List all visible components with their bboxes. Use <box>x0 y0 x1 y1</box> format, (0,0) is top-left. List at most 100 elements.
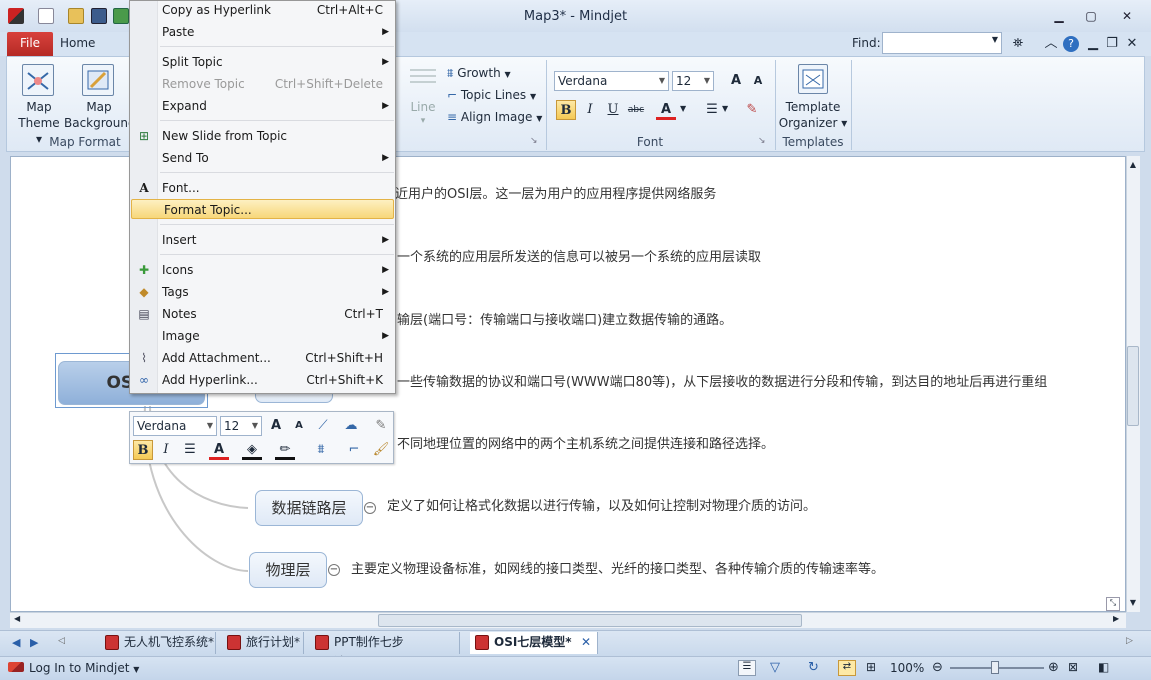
align-image-button[interactable]: ≡ Align Image ▼ <box>447 108 557 126</box>
mini-bold-button[interactable]: B <box>133 440 153 460</box>
dialog-launcher-icon[interactable]: ↘ <box>530 136 538 146</box>
scroll-up-icon[interactable]: ▲ <box>1126 160 1140 169</box>
zoom-slider-thumb[interactable] <box>991 661 999 674</box>
font-size-combo[interactable]: 12 ▼ <box>672 71 714 91</box>
line-dropdown-icon[interactable]: ▾ <box>417 113 429 129</box>
tab-scroll-left-icon[interactable]: ◁ <box>58 636 65 646</box>
menu-item-split-topic[interactable]: Split Topic ▶ <box>130 52 395 72</box>
overview-icon[interactable]: ⤡ <box>1106 597 1120 611</box>
close-tab-icon[interactable]: ✕ <box>581 632 591 652</box>
doc-tab[interactable]: 旅行计划* <box>222 632 304 654</box>
menu-item-remove-topic[interactable]: Remove Topic Ctrl+Shift+Delete <box>130 74 395 94</box>
menu-item-add-hyperlink[interactable]: ∞ Add Hyperlink... Ctrl+Shift+K <box>130 370 395 390</box>
menu-item-format-topic[interactable]: Format Topic... <box>131 199 394 219</box>
menu-item-insert[interactable]: Insert ▶ <box>130 230 395 250</box>
mini-font-size-combo[interactable]: 12 ▼ <box>220 416 262 436</box>
collapse-icon[interactable]: − <box>328 564 340 576</box>
doc-tab-active[interactable]: OSI七层模型* ✕ <box>470 632 598 654</box>
template-organizer-button[interactable]: Template Organizer ▾ <box>778 99 848 131</box>
focus-icon[interactable]: ↻ <box>808 660 819 675</box>
menu-item-paste[interactable]: Paste ▶ <box>130 22 395 42</box>
login-button[interactable]: Log In to Mindjet ▼ <box>29 661 139 675</box>
map-background-icon[interactable] <box>82 64 114 96</box>
fit-window-icon[interactable]: ⊠ <box>1068 660 1078 674</box>
scroll-left-icon[interactable]: ◀ <box>14 614 20 623</box>
menu-item-image[interactable]: Image ▶ <box>130 326 395 346</box>
line-color-icon[interactable]: ✏ <box>275 440 295 460</box>
shrink-font-icon[interactable]: A <box>289 416 309 436</box>
menu-item-add-attachment[interactable]: ⌇ Add Attachment... Ctrl+Shift+H <box>130 348 395 368</box>
bold-button[interactable]: B <box>556 100 576 120</box>
underline-button[interactable]: U <box>603 100 623 120</box>
topic-physical[interactable]: 物理层 <box>249 552 327 588</box>
fit-map-icon[interactable]: ⊞ <box>862 660 880 676</box>
menu-item-icons[interactable]: ✚ Icons ▶ <box>130 260 395 280</box>
growth-button[interactable]: ⩩ Growth ▼ <box>447 64 557 82</box>
scroll-down-icon[interactable]: ▼ <box>1126 598 1140 607</box>
collapse-icon[interactable]: − <box>364 502 376 514</box>
doc-tab[interactable]: 无人机飞控系统* <box>100 632 216 654</box>
mini-align-icon[interactable]: ☰ <box>180 440 200 460</box>
zoom-out-icon[interactable]: ⊖ <box>932 660 943 675</box>
grow-font-icon[interactable]: A <box>266 416 286 436</box>
map-view-icon[interactable]: ⇄ <box>838 660 856 676</box>
help-icon[interactable]: ? <box>1063 36 1079 52</box>
forward-arrow-icon[interactable]: ▶ <box>30 636 38 649</box>
format-topic-icon[interactable]: ✎ <box>371 416 391 436</box>
menu-item-font[interactable]: A Font... <box>130 178 395 198</box>
mini-italic-button[interactable]: I <box>156 440 176 460</box>
fill-color-icon[interactable]: ◈ <box>242 440 262 460</box>
zoom-in-icon[interactable]: ⊕ <box>1048 660 1059 675</box>
format-painter-icon[interactable]: 🖌 <box>371 440 391 460</box>
font-name-combo[interactable]: Verdana ▼ <box>554 71 669 91</box>
ribbon-close-icon[interactable]: ✕ <box>1124 36 1140 52</box>
menu-item-expand[interactable]: Expand ▶ <box>130 96 395 116</box>
vertical-scroll-thumb[interactable] <box>1127 346 1139 426</box>
mini-font-name-combo[interactable]: Verdana ▼ <box>133 416 217 436</box>
minimize-icon[interactable]: ▁ <box>1046 6 1072 26</box>
maximize-icon[interactable]: ▢ <box>1078 6 1104 26</box>
back-arrow-icon[interactable]: ◀ <box>12 636 20 649</box>
topic-lines-icon[interactable]: ⌐ <box>344 440 364 460</box>
layout-icon[interactable]: ◧ <box>1098 660 1109 674</box>
close-icon[interactable]: ✕ <box>1114 6 1140 26</box>
ribbon-restore-icon[interactable]: ❐ <box>1104 36 1120 52</box>
mini-font-color-icon[interactable]: A <box>209 440 229 460</box>
menu-item-notes[interactable]: ▤ Notes Ctrl+T <box>130 304 395 324</box>
topic-shape-icon[interactable]: ☁ <box>341 416 361 436</box>
format-painter-icon[interactable]: ✎ <box>742 100 762 120</box>
filter-icon[interactable]: ▽ <box>770 660 780 675</box>
font-color-icon[interactable]: A <box>656 100 676 120</box>
outline-view-icon[interactable]: ☰ <box>738 660 756 676</box>
menu-item-tags[interactable]: ◆ Tags ▶ <box>130 282 395 302</box>
menu-item-copy-as-hyperlink[interactable]: Copy as Hyperlink Ctrl+Alt+C <box>130 0 395 20</box>
ribbon-minimize-icon[interactable]: ▁ <box>1085 36 1101 52</box>
template-organizer-icon[interactable] <box>798 64 828 94</box>
chevron-down-icon[interactable]: ▼ <box>722 104 728 113</box>
shrink-font-icon[interactable]: A <box>748 71 768 91</box>
dialog-launcher-icon[interactable]: ↘ <box>758 136 766 146</box>
topic-datalink[interactable]: 数据链路层 <box>255 490 363 526</box>
chevron-up-icon[interactable]: ︿ <box>1043 36 1059 52</box>
find-input[interactable]: ▼ <box>882 32 1002 54</box>
strikethrough-button[interactable]: abc <box>626 100 646 120</box>
menu-item-send-to[interactable]: Send To ▶ <box>130 148 395 168</box>
menu-item-new-slide[interactable]: ⊞ New Slide from Topic <box>130 126 395 146</box>
map-background-button[interactable]: Map Background <box>64 99 136 131</box>
file-tab[interactable]: File <box>7 32 53 56</box>
line-style-icon[interactable]: ⟋ <box>313 416 333 436</box>
growth-icon[interactable]: ⩩ <box>311 440 331 460</box>
topic-lines-button[interactable]: ⌐ Topic Lines ▼ <box>447 86 557 104</box>
scroll-right-icon[interactable]: ▶ <box>1113 614 1119 623</box>
grow-font-icon[interactable]: A <box>726 71 746 91</box>
doc-tab[interactable]: PPT制作七步法.mmap* <box>310 632 460 669</box>
align-center-icon[interactable]: ☰ <box>702 100 722 120</box>
chevron-down-icon[interactable]: ▼ <box>992 35 998 44</box>
chevron-down-icon[interactable]: ▼ <box>680 104 686 113</box>
tab-scroll-right-icon[interactable]: ▷ <box>1126 636 1133 646</box>
home-tab[interactable]: Home <box>60 36 95 50</box>
map-theme-icon[interactable] <box>22 64 54 96</box>
italic-button[interactable]: I <box>580 100 600 120</box>
horizontal-scroll-thumb[interactable] <box>378 614 802 627</box>
binoculars-icon[interactable]: ⛯ <box>1010 36 1026 52</box>
